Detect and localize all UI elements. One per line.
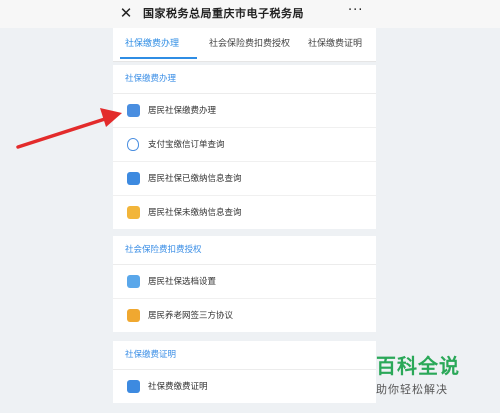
- watermark-subtitle: 助你轻松解决: [376, 383, 448, 396]
- watermark-title: 百科全说: [376, 354, 460, 378]
- watermark-logo: 百科全说 助你轻松解决: [376, 350, 486, 397]
